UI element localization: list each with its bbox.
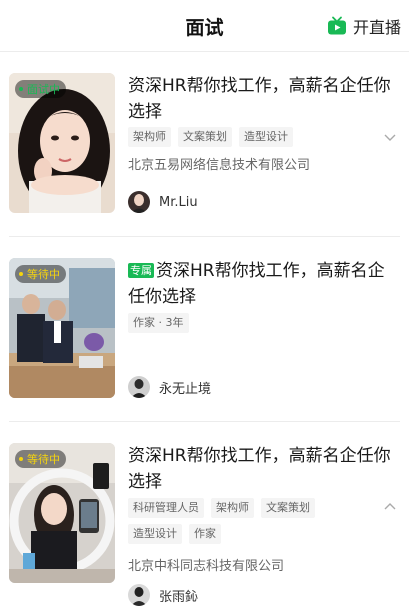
interviewer-name: 张雨鈊	[159, 589, 199, 605]
company-name: 北京中科同志科技有限公司	[128, 559, 285, 574]
status-badge: 等待中	[15, 450, 66, 468]
top-bar: 面试 开直播	[0, 0, 409, 52]
tag: 造型设计	[239, 127, 293, 147]
tag: 文案策划	[261, 498, 315, 518]
avatar	[128, 376, 150, 398]
status-label: 面试中	[27, 83, 60, 96]
interview-thumbnail[interactable]: 等待中	[9, 443, 115, 583]
status-dot	[19, 272, 23, 276]
tag-list: 架构师 文案策划 造型设计	[128, 127, 378, 153]
status-badge: 等待中	[15, 265, 66, 283]
tag-list: 科研管理人员 架构师 文案策划 造型设计 作家	[128, 498, 378, 550]
tag: 科研管理人员	[128, 498, 204, 518]
interview-title[interactable]: 资深HR帮你找工作，高薪名企任你选择	[128, 73, 400, 125]
start-live-button[interactable]: 开直播	[327, 14, 401, 38]
avatar	[128, 584, 150, 606]
company-name: 北京五易网络信息技术有限公司	[128, 158, 311, 173]
tag: 架构师	[128, 127, 171, 147]
tag: 造型设计	[128, 524, 182, 544]
divider	[9, 236, 400, 237]
chevron-up-icon[interactable]	[383, 500, 397, 514]
tag: 文案策划	[178, 127, 232, 147]
title-text: 资深HR帮你找工作，高薪名企任你选择	[128, 76, 391, 122]
tag: 作家 · 3年	[128, 313, 189, 333]
interview-title[interactable]: 专属 资深HR帮你找工作，高薪名企任你选择	[128, 258, 400, 310]
interviewer[interactable]: 张雨鈊	[128, 584, 198, 606]
chevron-down-icon[interactable]	[383, 130, 397, 144]
avatar	[128, 191, 150, 213]
start-live-label: 开直播	[352, 18, 401, 37]
tag: 架构师	[211, 498, 254, 518]
interviewer[interactable]: Mr.Liu	[128, 191, 198, 213]
title-text: 资深HR帮你找工作，高薪名企任你选择	[128, 446, 391, 492]
tag-list: 作家 · 3年	[128, 313, 378, 339]
interviewer[interactable]: 永无止境	[128, 376, 211, 398]
status-badge: 面试中	[15, 80, 66, 98]
exclusive-badge: 专属	[128, 263, 154, 278]
tag: 作家	[189, 524, 221, 544]
title-text: 资深HR帮你找工作，高薪名企任你选择	[128, 261, 385, 307]
interviewer-name: Mr.Liu	[159, 194, 198, 210]
interview-thumbnail[interactable]: 面试中	[9, 73, 115, 213]
status-dot	[19, 87, 23, 91]
interview-thumbnail[interactable]: 等待中	[9, 258, 115, 398]
status-dot	[19, 457, 23, 461]
status-label: 等待中	[27, 453, 60, 466]
interviewer-name: 永无止境	[159, 381, 212, 397]
divider	[9, 421, 400, 422]
tv-icon	[327, 16, 346, 35]
status-label: 等待中	[27, 268, 60, 281]
interview-title[interactable]: 资深HR帮你找工作，高薪名企任你选择	[128, 443, 400, 495]
